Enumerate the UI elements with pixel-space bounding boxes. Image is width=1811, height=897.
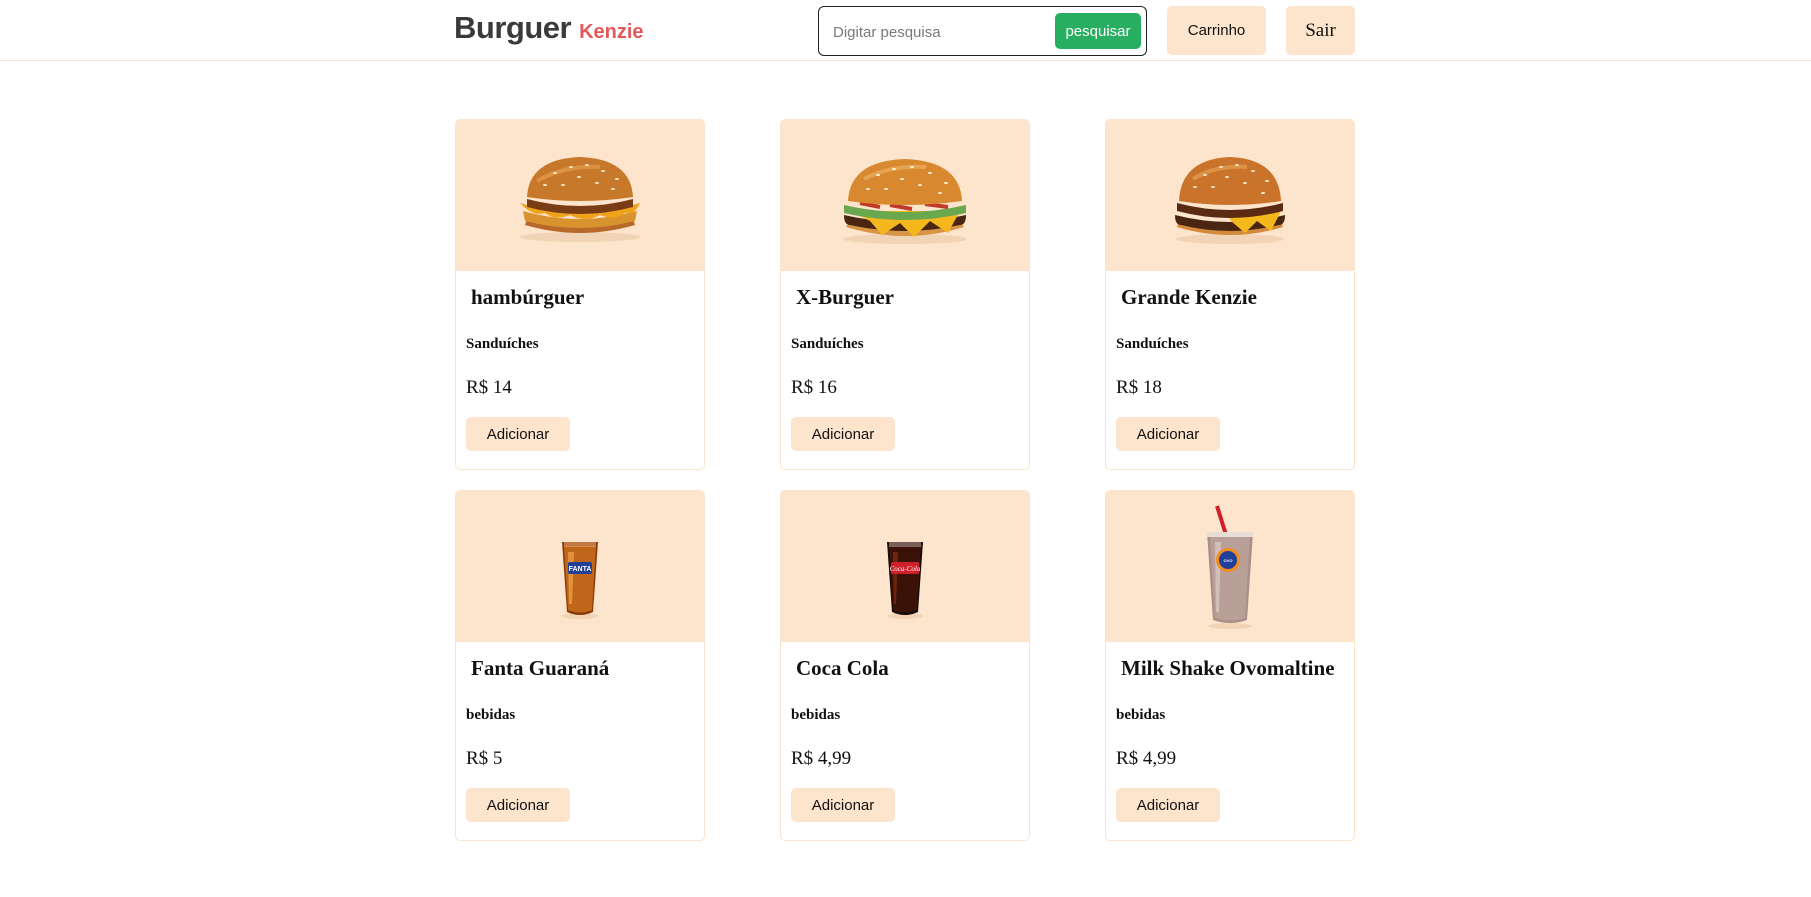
product-name: Grande Kenzie	[1121, 285, 1257, 309]
add-to-cart-button[interactable]: Adicionar	[791, 417, 895, 451]
svg-text:FANTA: FANTA	[569, 566, 592, 573]
product-category: Sanduíches	[791, 336, 864, 352]
product-category: bebidas	[466, 707, 516, 723]
product-price: R$ 14	[466, 377, 512, 398]
product-name: Milk Shake Ovomaltine	[1121, 656, 1335, 680]
cart-button[interactable]: Carrinho	[1167, 6, 1266, 55]
double-burger-image	[1106, 120, 1354, 271]
product-price: R$ 16	[791, 377, 837, 398]
logo: Burguer Kenzie	[454, 10, 644, 46]
product-category: bebidas	[1116, 707, 1166, 723]
product-card: Grande Kenzie Sanduíches R$ 18 Adicionar	[1105, 119, 1355, 470]
product-category: Sanduíches	[1116, 336, 1189, 352]
logo-sub-text: Kenzie	[579, 21, 644, 43]
product-card: Coca-Cola Coca Cola bebidas R$ 4,99 Adic…	[780, 490, 1030, 841]
search-button[interactable]: pesquisar	[1055, 13, 1141, 49]
product-category: bebidas	[791, 707, 841, 723]
add-to-cart-button[interactable]: Adicionar	[1116, 417, 1220, 451]
milkshake-image: OVO	[1106, 491, 1354, 642]
product-card: OVO Milk Shake Ovomaltine bebidas R$ 4,9…	[1105, 490, 1355, 841]
product-card: FANTA Fanta Guaraná bebidas R$ 5 Adicion…	[455, 490, 705, 841]
add-to-cart-button[interactable]: Adicionar	[791, 788, 895, 822]
cheeseburger-image	[781, 120, 1029, 271]
product-price: R$ 4,99	[1116, 748, 1177, 769]
product-price: R$ 5	[466, 748, 503, 769]
product-category: Sanduíches	[466, 336, 539, 352]
product-name: hambúrguer	[471, 285, 585, 309]
product-name: Fanta Guaraná	[471, 656, 610, 680]
product-card: X-Burguer Sanduíches R$ 16 Adicionar	[780, 119, 1030, 470]
add-to-cart-button[interactable]: Adicionar	[1116, 788, 1220, 822]
product-name: Coca Cola	[796, 656, 889, 680]
search-input[interactable]	[833, 19, 1043, 45]
product-grid: hambúrguer Sanduíches R$ 14 Adicionar X-…	[455, 119, 1355, 841]
chicken-burger-image	[456, 120, 704, 271]
add-to-cart-button[interactable]: Adicionar	[466, 788, 570, 822]
product-price: R$ 4,99	[791, 748, 852, 769]
fanta-cup-image: FANTA	[456, 491, 704, 642]
add-to-cart-button[interactable]: Adicionar	[466, 417, 570, 451]
product-name: X-Burguer	[796, 285, 894, 309]
search-box: pesquisar	[818, 6, 1147, 56]
coca-cola-cup-image: Coca-Cola	[781, 491, 1029, 642]
product-card: hambúrguer Sanduíches R$ 14 Adicionar	[455, 119, 705, 470]
top-header: Burguer Kenzie pesquisar Carrinho Sair	[0, 0, 1811, 61]
logout-button[interactable]: Sair	[1286, 6, 1355, 55]
logo-main-text: Burguer	[454, 10, 572, 45]
svg-text:Coca-Cola: Coca-Cola	[890, 565, 921, 573]
product-price: R$ 18	[1116, 377, 1162, 398]
svg-text:OVO: OVO	[1224, 558, 1233, 563]
